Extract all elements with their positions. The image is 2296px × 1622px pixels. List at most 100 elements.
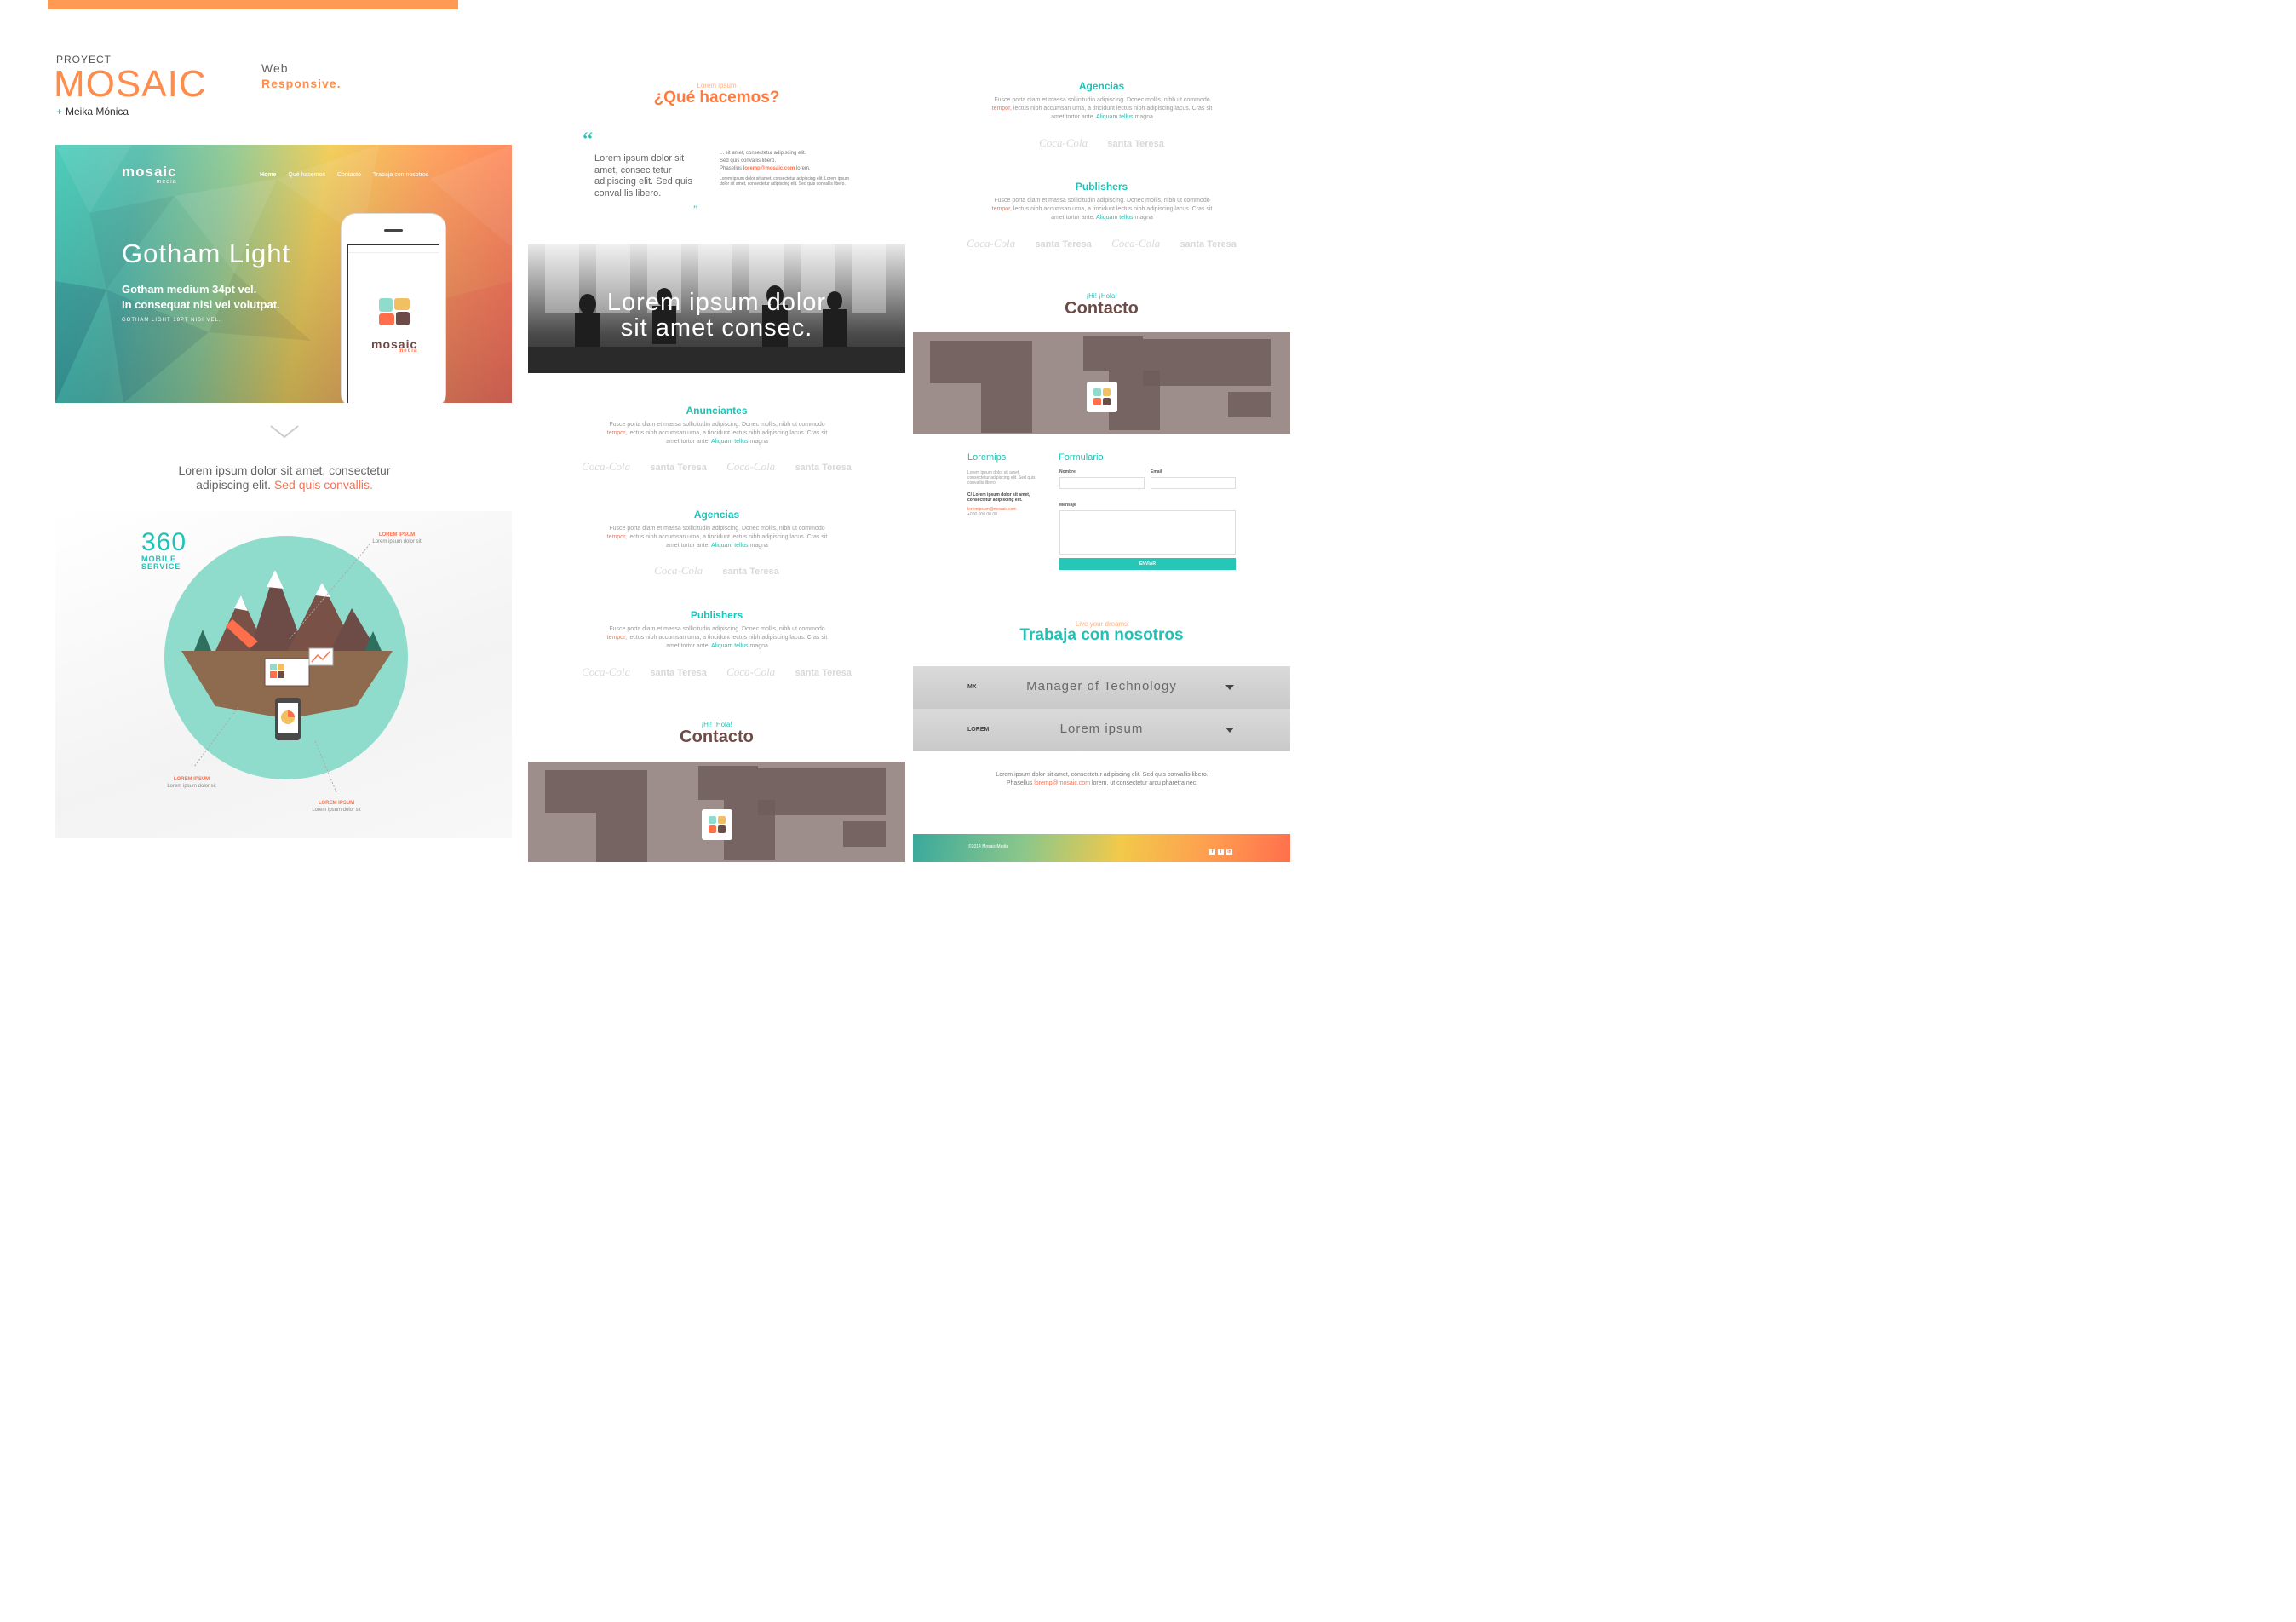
- phone-speaker: [384, 229, 403, 232]
- trabaja-body-b: lorem, ut consectetur arcu pharetra nec.: [1091, 780, 1198, 786]
- quote-side-text: ... sit amet, consectetur adipiscing eli…: [720, 150, 856, 187]
- trabaja-email[interactable]: loremp@mosaic.com: [1034, 780, 1090, 786]
- intro-line1: Lorem ipsum dolor sit amet, consectetur: [178, 463, 391, 477]
- chevron-down-icon[interactable]: [269, 423, 300, 440]
- callout-top-right-title: LOREM IPSUM: [378, 532, 416, 538]
- mensaje-field[interactable]: [1059, 510, 1236, 555]
- hero-logo-text: mosaic: [122, 164, 177, 180]
- facebook-icon[interactable]: f: [1209, 849, 1215, 855]
- addr-bold-wrap: C/ Lorem ipsum dolor sit amet, consectet…: [967, 492, 1036, 503]
- chevron-down-icon[interactable]: [1225, 685, 1234, 690]
- anunciantes-body-a: Fusce porta diam et massa sollicitudin a…: [609, 422, 825, 428]
- agencias-logos: Coca-Cola santa Teresa: [528, 564, 905, 578]
- publishers-logos: Coca-Cola santa Teresa Coca-Cola santa T…: [528, 665, 905, 679]
- hero-title: Gotham Light: [122, 239, 291, 268]
- email-field[interactable]: [1151, 477, 1236, 489]
- callout-top-right-text: Lorem ipsum dolor sit: [372, 539, 422, 544]
- logo-santa-teresa: santa Teresa: [795, 668, 852, 678]
- nav-contacto[interactable]: Contacto: [337, 172, 361, 178]
- c3-agencias-body-a: Fusce porta diam et massa sollicitudin a…: [994, 97, 1210, 103]
- c3-publishers-title: Publishers: [1075, 181, 1128, 193]
- trabaja-body: Lorem ipsum dolor sit amet, consectetur …: [988, 771, 1216, 788]
- callout-bottom-right: LOREM IPSUM Lorem ipsum dolor sit: [304, 800, 369, 814]
- c3-publishers-body-a: Fusce porta diam et massa sollicitudin a…: [994, 198, 1210, 204]
- publishers-tempor: tempor: [606, 635, 626, 641]
- hero-logo[interactable]: mosaic media: [122, 164, 177, 185]
- nav-trabaja[interactable]: Trabaja con nosotros: [373, 172, 429, 178]
- phone-mockup: mosaic media: [341, 213, 446, 403]
- logo-santa-teresa: santa Teresa: [722, 567, 779, 577]
- hero-small-text: GOTHAM LIGHT 18PT NISI VEL.: [122, 318, 221, 323]
- email-label: Email: [1151, 469, 1162, 475]
- nombre-field[interactable]: [1059, 477, 1145, 489]
- nav-que-hacemos[interactable]: Qué hacemos: [288, 172, 325, 178]
- linkedin-icon[interactable]: in: [1226, 849, 1232, 855]
- callout-bottom-left-title: LOREM IPSUM: [173, 777, 210, 782]
- publishers-title: Publishers: [690, 609, 743, 621]
- callout-lines: [193, 543, 371, 793]
- logo-santa-teresa: santa Teresa: [795, 463, 852, 473]
- logo-coca-cola: Coca-Cola: [1039, 136, 1088, 149]
- c3-agencias-body-c: magna: [1134, 114, 1153, 120]
- map-pin-icon[interactable]: [1087, 382, 1117, 412]
- mosaic-title: MOSAIC: [54, 63, 207, 105]
- anunciantes-body-c: magna: [749, 439, 768, 445]
- intro-text: Lorem ipsum dolor sit amet, consectetur …: [119, 463, 450, 492]
- logo-santa-teresa: santa Teresa: [650, 463, 707, 473]
- job-select-2[interactable]: LOREM Lorem ipsum: [913, 709, 1290, 751]
- publishers-body: Fusce porta diam et massa sollicitudin a…: [601, 625, 833, 651]
- side-email-link[interactable]: loremp@mosaic.com: [743, 166, 795, 171]
- chevron-down-icon[interactable]: [1225, 728, 1234, 733]
- twitter-icon[interactable]: t: [1218, 849, 1224, 855]
- contact-title: Contacto: [680, 728, 754, 746]
- agencias-body-c: magna: [749, 543, 768, 549]
- send-button[interactable]: ENVIAR: [1059, 558, 1236, 570]
- publishers-body-a: Fusce porta diam et massa sollicitudin a…: [609, 626, 825, 632]
- phone-logo: mosaic media: [371, 337, 417, 354]
- anunciantes-aliquam: Aliquam tellus: [710, 439, 749, 445]
- c3-publishers-body-c: magna: [1134, 215, 1153, 221]
- callout-bottom-right-title: LOREM IPSUM: [318, 801, 355, 806]
- logo-santa-teresa: santa Teresa: [650, 668, 707, 678]
- logo-coca-cola: Coca-Cola: [582, 460, 631, 473]
- anunciantes-body: Fusce porta diam et massa sollicitudin a…: [601, 421, 833, 446]
- addr-bold: C/ Lorem ipsum dolor sit amet, consectet…: [967, 492, 1030, 503]
- map-pin-icon[interactable]: [702, 809, 732, 840]
- nombre-label: Nombre: [1059, 469, 1076, 475]
- mensaje-label: Mensaje: [1059, 503, 1076, 508]
- hero-subtitle-line2: In consequat nisi vel volutpat.: [122, 298, 280, 311]
- logo-coca-cola: Coca-Cola: [582, 665, 631, 678]
- agencias-title: Agencias: [693, 509, 740, 521]
- world-map[interactable]: [528, 762, 905, 862]
- callout-top-right: LOREM IPSUM Lorem ipsum dolor sit: [364, 532, 429, 545]
- logo-coca-cola: Coca-Cola: [726, 460, 776, 473]
- addr-text: Lorem ipsum dolor sit amet, consectetur …: [967, 470, 1036, 486]
- side-small-text: Lorem ipsum dolor sit amet, consectetur …: [720, 176, 850, 187]
- anunciantes-tempor: tempor: [606, 430, 626, 436]
- loremips-heading: Loremips: [967, 452, 1007, 463]
- c3-agencias-tempor: tempor: [991, 106, 1011, 112]
- intro-line2: adipiscing elit. Sed quis convallis.: [119, 478, 450, 492]
- agencias-aliquam: Aliquam tellus: [710, 543, 749, 549]
- publishers-aliquam: Aliquam tellus: [710, 643, 749, 649]
- logo-tile-teal: [379, 298, 393, 312]
- agencias-body-a: Fusce porta diam et massa sollicitudin a…: [609, 526, 825, 532]
- logo-tile-yellow: [394, 298, 410, 310]
- side-line3-end: lorem.: [795, 166, 811, 171]
- logo-santa-teresa: santa Teresa: [1180, 239, 1237, 250]
- author-name: Meika Mónica: [66, 106, 129, 118]
- c3-publishers-aliquam: Aliquam tellus: [1095, 215, 1134, 221]
- logo-coca-cola: Coca-Cola: [654, 564, 703, 577]
- anunciantes-logos: Coca-Cola santa Teresa Coca-Cola santa T…: [528, 460, 905, 474]
- c3-world-map[interactable]: [913, 332, 1290, 434]
- job-select-1[interactable]: MX Manager of Technology: [913, 666, 1290, 709]
- top-accent-bar: [48, 0, 458, 9]
- c3-publishers-tempor: tempor: [991, 206, 1011, 212]
- c3-contact-title: Contacto: [1065, 299, 1139, 318]
- photo-caption: Lorem ipsum dolor sit amet consec.: [528, 290, 905, 341]
- callout-bottom-left: LOREM IPSUM Lorem ipsum dolor sit: [159, 776, 224, 790]
- c3-agencias-logos: Coca-Cola santa Teresa: [913, 136, 1290, 150]
- c3-publishers-logos: Coca-Cola santa Teresa Coca-Cola santa T…: [913, 237, 1290, 250]
- hero-banner: mosaic media Home Qué hacemos Contacto Tr…: [55, 145, 512, 403]
- nav-home[interactable]: Home: [260, 172, 276, 178]
